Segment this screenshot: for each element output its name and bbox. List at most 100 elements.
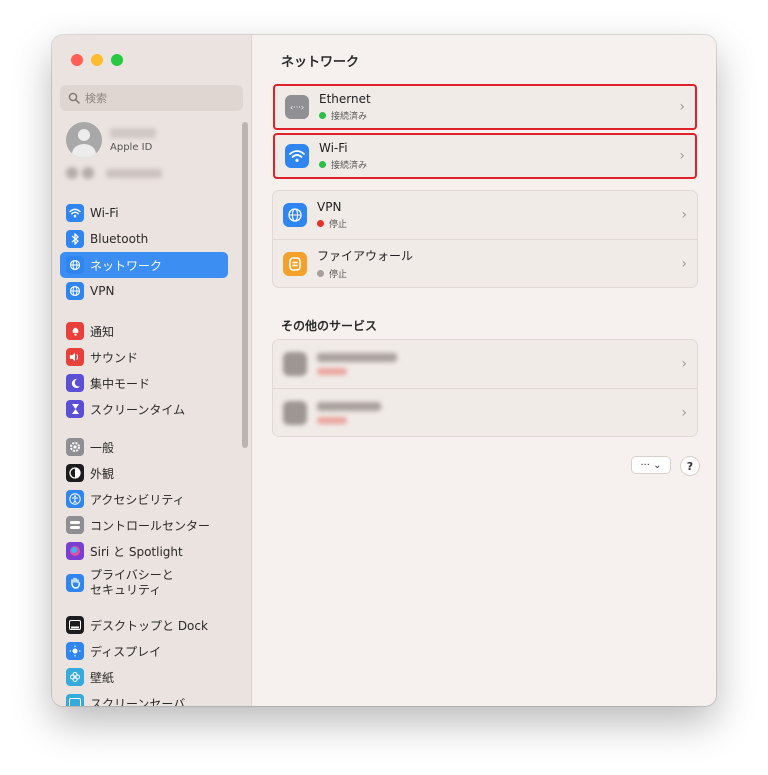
- avatar: [66, 122, 102, 158]
- speaker-icon: [66, 348, 84, 366]
- hourglass-icon: [66, 400, 84, 418]
- sidebar-item-label: アクセシビリティ: [90, 492, 185, 507]
- chevron-right-icon: ›: [681, 404, 687, 421]
- row-firewall[interactable]: ファイアウォール 停止 ›: [273, 239, 697, 287]
- status-dot: [319, 112, 326, 119]
- sidebar-item-control-center[interactable]: コントロールセンター: [60, 512, 228, 538]
- zoom-button[interactable]: [111, 54, 123, 66]
- sidebar-item-label: Bluetooth: [90, 232, 149, 246]
- sidebar-item-label: サウンド: [90, 350, 139, 365]
- service-name: ファイアウォール: [317, 249, 414, 263]
- sidebar-scrollbar[interactable]: [242, 122, 248, 448]
- chevron-right-icon: ›: [681, 255, 687, 272]
- siri-icon: [66, 542, 84, 560]
- page-title: ネットワーク: [281, 55, 360, 70]
- chevron-right-icon: ›: [681, 207, 687, 223]
- traffic-lights: [71, 54, 123, 66]
- flower-icon: [66, 668, 84, 686]
- sidebar-section: 通知サウンド集中モードスクリーンタイム: [60, 318, 228, 422]
- settings-window: 検索 Apple ID Wi-Fi Bluetooth ネットワーク VPN 通知サウン…: [52, 35, 716, 706]
- sidebar-item-screensaver[interactable]: スクリーンセーバ: [60, 690, 228, 706]
- dock-icon: [66, 616, 84, 634]
- more-actions-button[interactable]: ··· ⌄: [631, 456, 671, 474]
- connection-row-ethernet[interactable]: ‹···› Ethernet 接続済み ›: [273, 84, 697, 130]
- sidebar-item-vpn-globe[interactable]: VPN: [60, 278, 228, 304]
- sidebar-item-siri[interactable]: Siri と Spotlight: [60, 538, 228, 564]
- sidebar-item-sun[interactable]: ディスプレイ: [60, 638, 228, 664]
- sun-icon: [66, 642, 84, 660]
- bluetooth-icon: [66, 230, 84, 248]
- close-button[interactable]: [71, 54, 83, 66]
- sidebar-item-bell[interactable]: 通知: [60, 318, 228, 344]
- vpn-globe-icon: [283, 203, 307, 227]
- firewall-icon: [283, 251, 307, 276]
- status-dot: [317, 220, 324, 227]
- service-icon: [283, 400, 307, 425]
- sidebar-item-label: Wi-Fi: [90, 206, 119, 220]
- sidebar-section: Wi-Fi Bluetooth ネットワーク VPN: [60, 200, 228, 304]
- connection-row-wifi[interactable]: Wi-Fi 接続済み ›: [273, 133, 697, 179]
- sidebar-item-label: 集中モード: [90, 376, 151, 391]
- wifi-icon: [285, 144, 309, 168]
- sidebar-item-speaker[interactable]: サウンド: [60, 344, 228, 370]
- status-dot: [319, 161, 326, 168]
- moon-icon: [66, 374, 84, 392]
- connection-status: 接続済み: [319, 158, 367, 171]
- connection-status: 接続済み: [319, 109, 371, 122]
- service-icon: [283, 352, 307, 376]
- sidebar-item-appearance[interactable]: 外観: [60, 460, 228, 486]
- appearance-icon: [66, 464, 84, 482]
- other-services-group: › ›: [272, 339, 698, 437]
- service-name: VPN: [317, 200, 342, 214]
- sidebar-item-label: 一般: [90, 440, 115, 455]
- sidebar: 検索 Apple ID Wi-Fi Bluetooth ネットワーク VPN 通知サウン…: [52, 35, 252, 706]
- apple-id-account[interactable]: Apple ID: [66, 122, 156, 158]
- sidebar-item-label: 外観: [90, 466, 115, 481]
- bell-icon: [66, 322, 84, 340]
- sidebar-item-bluetooth[interactable]: Bluetooth: [60, 226, 228, 252]
- sidebar-item-dock[interactable]: デスクトップと Dock: [60, 612, 228, 638]
- sidebar-item-label: デスクトップと Dock: [90, 618, 208, 633]
- service-row-redacted[interactable]: ›: [273, 388, 697, 436]
- sidebar-item-flower[interactable]: 壁紙: [60, 664, 228, 690]
- other-services-heading: その他のサービス: [281, 319, 378, 333]
- sidebar-item-gear[interactable]: 一般: [60, 434, 228, 460]
- search-icon: [68, 92, 80, 104]
- sidebar-item-label: スクリーンセーバ: [90, 696, 186, 707]
- sidebar-item-wifi[interactable]: Wi-Fi: [60, 200, 228, 226]
- service-status: 停止: [317, 217, 347, 230]
- search-input[interactable]: 検索: [60, 85, 243, 111]
- svg-text:‹···›: ‹···›: [290, 103, 304, 112]
- account-subtitle: Apple ID: [110, 141, 153, 153]
- sidebar-item-label: ネットワーク: [90, 258, 163, 273]
- main-pane: ネットワーク ‹···› Ethernet 接続済み › Wi-Fi 接続済み …: [253, 35, 716, 706]
- help-button[interactable]: ?: [680, 456, 700, 476]
- service-row-redacted[interactable]: ›: [273, 340, 697, 388]
- sidebar-item-accessibility[interactable]: アクセシビリティ: [60, 486, 228, 512]
- row-vpn[interactable]: VPN 停止 ›: [273, 191, 697, 239]
- sidebar-item-label: Siri と Spotlight: [90, 544, 183, 559]
- sidebar-item-hand[interactable]: プライバシーと セキュリティ: [60, 564, 228, 602]
- vpn-globe-icon: [66, 282, 84, 300]
- connection-name: Ethernet: [319, 92, 371, 106]
- family-sharing-redacted[interactable]: [66, 167, 162, 179]
- sidebar-item-label: 壁紙: [90, 670, 115, 685]
- globe-icon: [66, 256, 84, 274]
- minimize-button[interactable]: [91, 54, 103, 66]
- sidebar-item-globe[interactable]: ネットワーク: [60, 252, 228, 278]
- sidebar-item-hourglass[interactable]: スクリーンタイム: [60, 396, 228, 422]
- chevron-right-icon: ›: [679, 148, 685, 164]
- chevron-right-icon: ›: [681, 356, 687, 372]
- screensaver-icon: [66, 694, 84, 706]
- connection-name: Wi-Fi: [319, 141, 348, 155]
- wifi-icon: [66, 204, 84, 222]
- sidebar-item-label: スクリーンタイム: [90, 402, 186, 417]
- search-placeholder: 検索: [85, 92, 107, 105]
- sidebar-item-label: プライバシーと セキュリティ: [90, 568, 174, 597]
- sidebar-item-moon[interactable]: 集中モード: [60, 370, 228, 396]
- sidebar-item-label: ディスプレイ: [90, 644, 162, 659]
- status-dot: [317, 270, 324, 277]
- ethernet-icon: ‹···›: [285, 95, 309, 119]
- sidebar-item-label: VPN: [90, 284, 115, 298]
- sidebar-item-label: 通知: [90, 324, 115, 339]
